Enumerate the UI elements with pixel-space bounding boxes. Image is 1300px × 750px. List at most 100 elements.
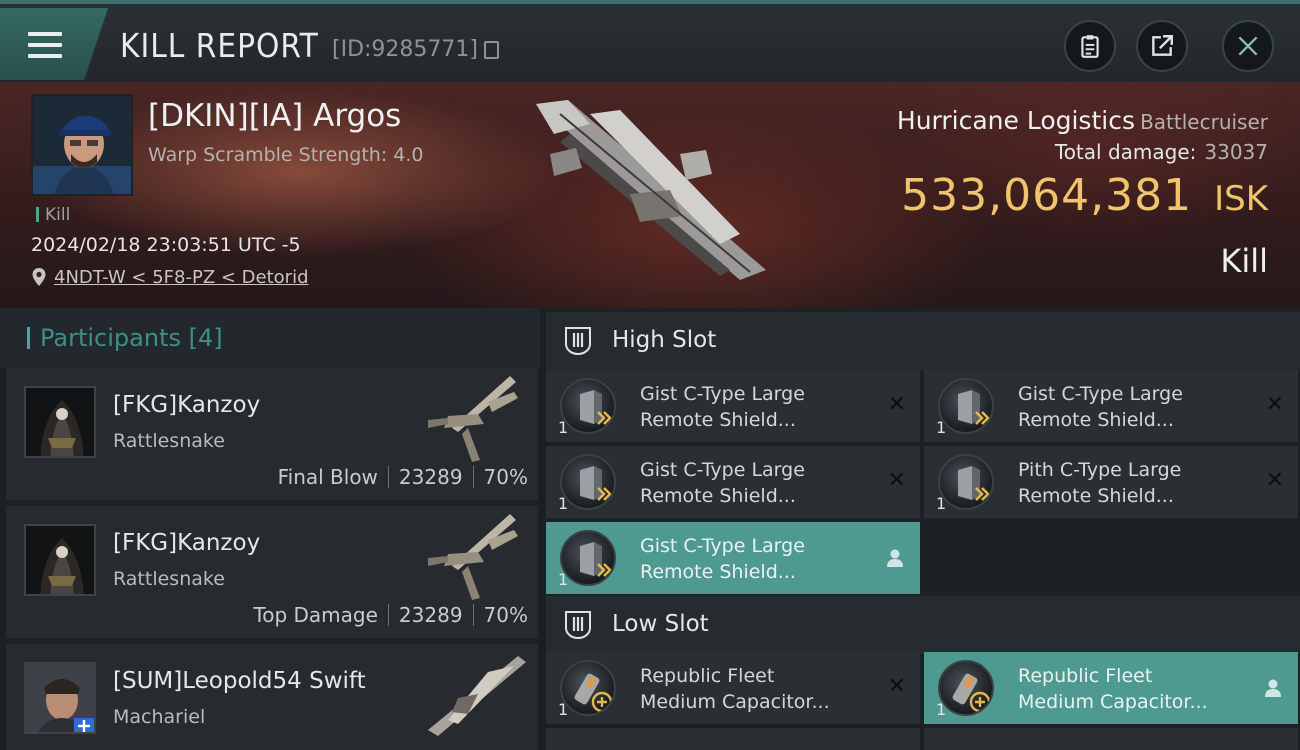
victim-ship-name[interactable]: Hurricane Logistics	[897, 106, 1135, 135]
participant-ship: Rattlesnake	[113, 568, 225, 590]
module-quantity: 1	[936, 700, 947, 719]
module-item-highlighted[interactable]: 1 Republic Fleet Medium Capacitor...	[924, 652, 1298, 724]
victim-ship-class: Battlecruiser	[1140, 110, 1268, 134]
participant-ship-image	[428, 514, 518, 600]
hamburger-icon[interactable]	[28, 32, 62, 58]
module-item-partial[interactable]	[924, 728, 1298, 750]
report-id: [ID:9285771]	[332, 37, 478, 62]
close-button[interactable]	[1222, 20, 1274, 72]
remove-icon[interactable]: ✕	[888, 676, 906, 698]
capacitor-module-icon	[560, 660, 616, 716]
participant-role: Top Damage	[253, 603, 378, 627]
participant-avatar[interactable]	[24, 386, 96, 458]
warp-scramble-strength: Warp Scramble Strength: 4.0	[148, 144, 424, 166]
shield-booster-icon	[560, 530, 616, 586]
capacitor-module-icon	[938, 660, 994, 716]
module-item[interactable]: 1 Gist C-Type Large Remote Shield... ✕	[546, 370, 920, 442]
module-item-highlighted[interactable]: 1 Gist C-Type Large Remote Shield...	[546, 522, 920, 594]
module-item[interactable]: 1 Republic Fleet Medium Capacitor... ✕	[546, 652, 920, 724]
participant-ship: Rattlesnake	[113, 430, 225, 452]
victim-ship-image	[536, 100, 766, 280]
share-button[interactable]	[1136, 20, 1188, 72]
low-slot-title: Low Slot	[612, 611, 709, 637]
victim-ship-info: Hurricane Logistics Battlecruiser	[897, 106, 1268, 135]
isk-value-line: 533,064,381 ISK	[901, 170, 1268, 221]
participant-damage: 23289	[398, 603, 463, 627]
clipboard-button[interactable]	[1064, 20, 1116, 72]
isk-value: 533,064,381	[901, 170, 1193, 221]
remove-icon[interactable]: ✕	[1266, 470, 1284, 492]
high-slot-header: High Slot	[546, 312, 1300, 370]
participant-name[interactable]: [FKG]Kanzoy	[113, 392, 260, 418]
participant-row[interactable]: [SUM]Leopold54 Swift Machariel	[6, 644, 538, 750]
participant-ship-image	[428, 376, 518, 462]
module-name: Gist C-Type Large Remote Shield...	[640, 459, 805, 507]
participant-damage: 23289	[398, 465, 463, 489]
participants-title: Participants [4]	[40, 324, 223, 352]
person-icon[interactable]	[886, 548, 904, 568]
participant-name[interactable]: [SUM]Leopold54 Swift	[113, 668, 366, 694]
result-label: Kill	[1220, 242, 1268, 280]
module-quantity: 1	[936, 494, 947, 513]
total-damage-label: Total damage:	[1054, 140, 1197, 164]
participant-row[interactable]: [FKG]Kanzoy Rattlesnake Final Blow 23289…	[6, 368, 538, 500]
remove-icon[interactable]: ✕	[888, 394, 906, 416]
person-icon[interactable]	[1264, 678, 1282, 698]
clipboard-icon	[1081, 35, 1099, 58]
participant-avatar[interactable]	[24, 662, 96, 734]
module-name: Pith C-Type Large Remote Shield...	[1018, 459, 1182, 507]
victim-banner: [DKIN][IA] Argos Warp Scramble Strength:…	[0, 82, 1300, 308]
low-slot-icon	[565, 611, 591, 639]
participant-ship-image	[428, 656, 526, 736]
pilot-portrait-image	[33, 96, 131, 194]
participant-avatar[interactable]	[24, 524, 96, 596]
module-item[interactable]: 1 Gist C-Type Large Remote Shield... ✕	[546, 446, 920, 518]
participant-stats: Top Damage 23289 70%	[253, 603, 528, 627]
total-damage: Total damage: 33037	[1055, 140, 1268, 164]
location-link[interactable]: 4NDT-W < 5F8-PZ < Detorid	[54, 267, 309, 288]
participant-ship: Machariel	[113, 706, 206, 728]
module-quantity: 1	[558, 418, 569, 437]
share-icon	[1152, 35, 1173, 56]
shield-booster-icon	[938, 378, 994, 434]
module-name: Gist C-Type Large Remote Shield...	[640, 383, 805, 431]
kill-datetime: 2024/02/18 23:03:51 UTC -5	[31, 234, 301, 256]
total-damage-value: 33037	[1204, 140, 1268, 164]
high-slot-icon	[565, 327, 591, 355]
fitting-panel: High Slot 1 Gist C-Type Large Remote Shie…	[546, 308, 1300, 750]
page-title: KILL REPORT	[120, 26, 319, 65]
participant-name[interactable]: [FKG]Kanzoy	[113, 530, 260, 556]
module-quantity: 1	[558, 700, 569, 719]
high-slot-title: High Slot	[612, 327, 717, 353]
low-slot-header: Low Slot	[546, 596, 1300, 654]
participants-panel: Participants [4] [FKG]Kanzoy Rattlesnake…	[0, 308, 540, 750]
remove-icon[interactable]: ✕	[888, 470, 906, 492]
shield-booster-icon	[560, 454, 616, 510]
participants-count: [4]	[188, 324, 223, 352]
participants-header: Participants [4]	[0, 308, 540, 368]
module-item-partial[interactable]	[546, 728, 920, 750]
module-quantity: 1	[558, 570, 569, 589]
victim-portrait[interactable]	[31, 94, 133, 196]
module-quantity: 1	[558, 494, 569, 513]
close-icon	[1238, 36, 1258, 56]
title-bar: KILL REPORT [ID:9285771]	[0, 0, 1300, 82]
copy-icon[interactable]	[484, 41, 499, 59]
module-name: Gist C-Type Large Remote Shield...	[640, 535, 805, 583]
location-pin-icon	[32, 268, 46, 286]
module-item[interactable]: 1 Pith C-Type Large Remote Shield... ✕	[924, 446, 1298, 518]
participant-percent: 70%	[483, 465, 528, 489]
module-item[interactable]: 1 Gist C-Type Large Remote Shield... ✕	[924, 370, 1298, 442]
shield-booster-icon	[560, 378, 616, 434]
participant-role: Final Blow	[277, 465, 378, 489]
shield-booster-icon	[938, 454, 994, 510]
menu-button[interactable]	[0, 8, 108, 80]
remove-icon[interactable]: ✕	[1266, 394, 1284, 416]
module-name: Gist C-Type Large Remote Shield...	[1018, 383, 1183, 431]
module-name: Republic Fleet Medium Capacitor...	[1018, 665, 1208, 713]
participant-row[interactable]: [FKG]Kanzoy Rattlesnake Top Damage 23289…	[6, 506, 538, 638]
participant-stats: Final Blow 23289 70%	[278, 465, 528, 489]
kill-tag: Kill	[36, 205, 70, 225]
isk-unit: ISK	[1214, 179, 1268, 219]
victim-name[interactable]: [DKIN][IA] Argos	[148, 98, 401, 134]
